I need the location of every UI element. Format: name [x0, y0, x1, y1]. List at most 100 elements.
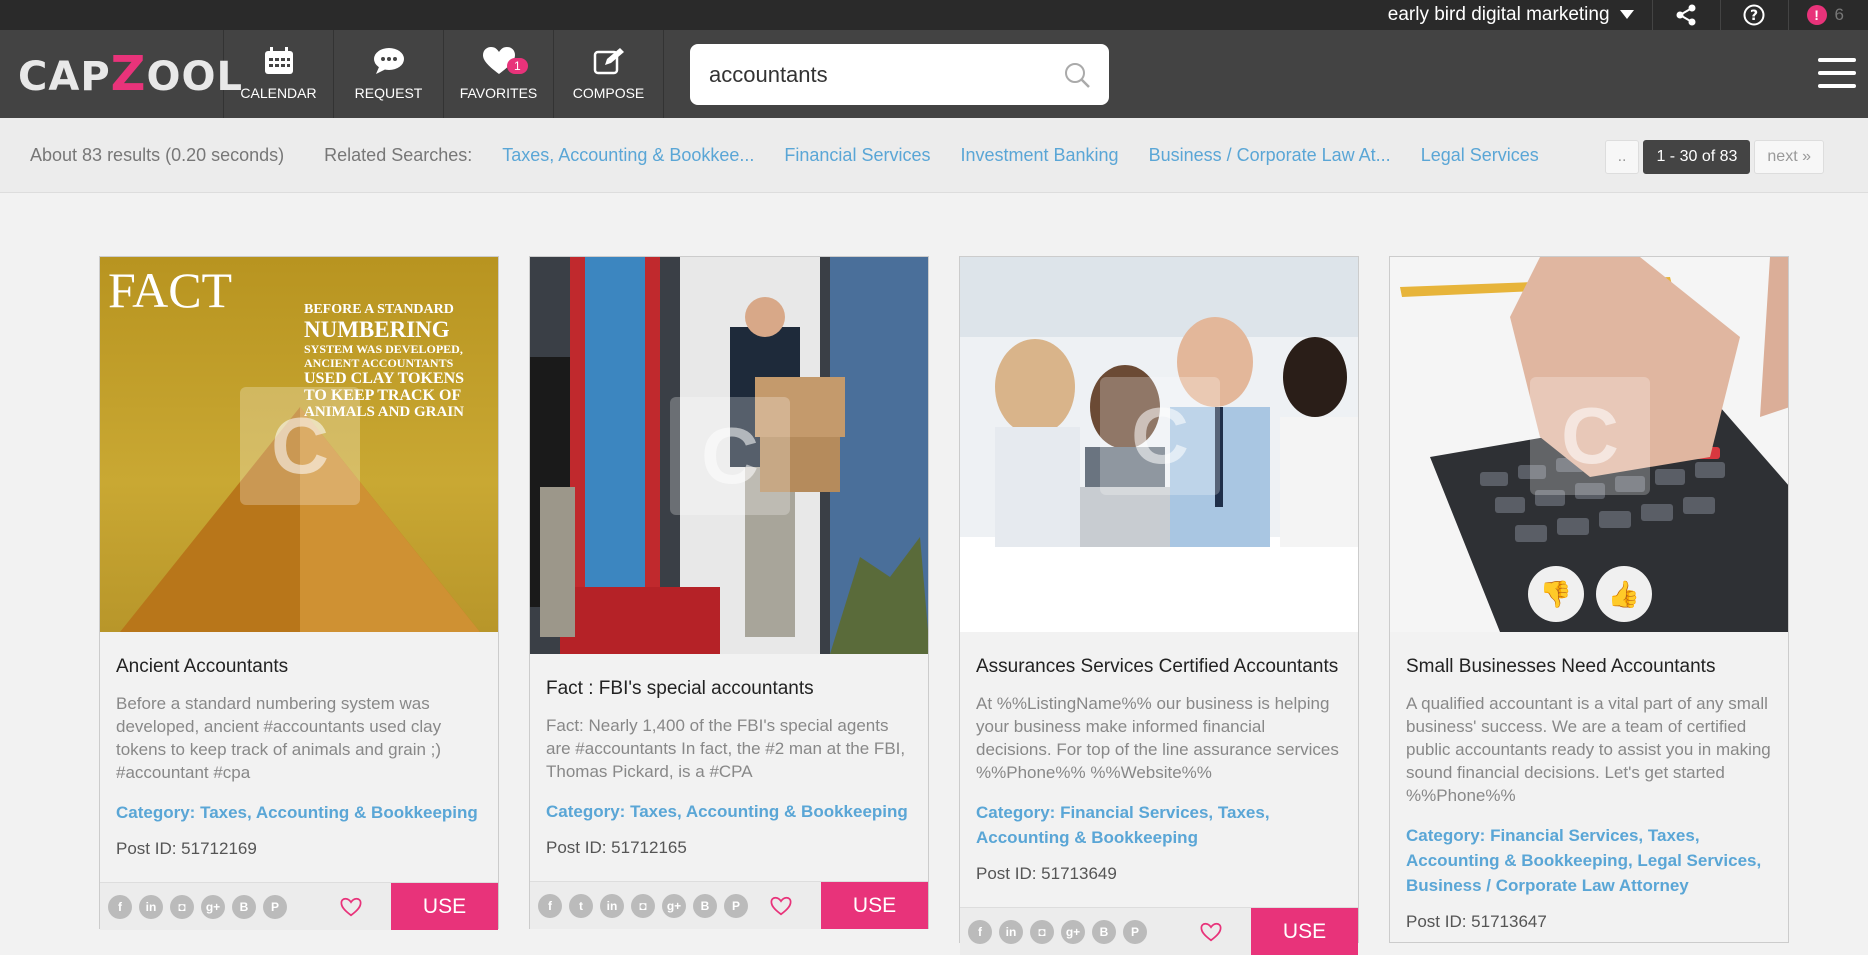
facebook-icon[interactable]: f [538, 893, 562, 918]
post-description: Fact: Nearly 1,400 of the FBI's special … [546, 716, 906, 781]
svg-text:?: ? [1750, 8, 1758, 24]
blogger-icon[interactable]: B [1092, 919, 1116, 944]
post-description: A qualified accountant is a vital part o… [1406, 694, 1771, 805]
search-icon[interactable] [1064, 62, 1090, 88]
favorite-button[interactable] [767, 896, 795, 916]
google-plus-icon[interactable]: g+ [201, 894, 225, 919]
post-image[interactable]: C 👎 👍 [1390, 257, 1788, 632]
related-search-link[interactable]: Taxes, Accounting & Bookkee... [502, 145, 754, 166]
post-title[interactable]: Assurances Services Certified Accountant… [976, 656, 1342, 678]
instagram-icon[interactable]: ◘ [170, 894, 194, 919]
use-button[interactable]: USE [821, 882, 928, 929]
post-id: Post ID: 51713649 [976, 864, 1117, 883]
pinterest-icon[interactable]: P [724, 893, 748, 918]
post-id: Post ID: 51712165 [546, 838, 687, 857]
chat-bubble-icon [373, 48, 404, 74]
post-body: Assurances Services Certified Accountant… [960, 656, 1358, 884]
account-menu[interactable]: early bird digital marketing [1370, 0, 1653, 30]
chevron-down-icon [1619, 10, 1634, 19]
post-body: Small Businesses Need Accountants A qual… [1390, 656, 1788, 932]
facebook-icon[interactable]: f [108, 894, 132, 919]
pager-current: 1 - 30 of 83 [1643, 140, 1751, 174]
twitter-icon[interactable]: t [569, 893, 593, 918]
thumbs-up-button[interactable]: 👍 [1596, 566, 1652, 622]
alert-icon: ! [1806, 5, 1827, 25]
pager-prev[interactable]: .. [1604, 140, 1640, 174]
related-search-link[interactable]: Financial Services [784, 145, 930, 166]
favorites-count-badge: 1 [507, 58, 528, 74]
google-plus-icon[interactable]: g+ [662, 893, 686, 918]
social-networks: f t in ◘ g+ B P [530, 893, 767, 918]
facebook-icon[interactable]: f [968, 919, 992, 944]
heart-outline-icon [340, 897, 362, 916]
thumbs-down-button[interactable]: 👎 [1528, 566, 1584, 622]
notifications-button[interactable]: ! 6 [1789, 5, 1868, 25]
post-title[interactable]: Fact : FBI's special accountants [546, 678, 912, 700]
post-category[interactable]: Category: Financial Services, Taxes, Acc… [976, 800, 1342, 850]
thumbs-up-icon: 👍 [1607, 578, 1641, 609]
menu-icon [1818, 58, 1856, 88]
social-networks: f in ◘ g+ B P [100, 894, 337, 919]
related-search-link[interactable]: Investment Banking [960, 145, 1118, 166]
nav-request[interactable]: REQUEST [334, 30, 444, 118]
post-category[interactable]: Category: Taxes, Accounting & Bookkeepin… [116, 800, 482, 825]
nav-favorites[interactable]: 1 FAVORITES [444, 30, 554, 118]
heart-outline-icon [1200, 922, 1222, 941]
google-plus-icon[interactable]: g+ [1061, 919, 1085, 944]
watermark-logo: C [1530, 377, 1650, 495]
post-card: C Assurances Services Certified Accounta… [959, 256, 1359, 955]
related-searches-label: Related Searches: [324, 144, 473, 165]
linkedin-icon[interactable]: in [600, 893, 624, 918]
post-description: At %%ListingName%% our business is helpi… [976, 694, 1339, 782]
linkedin-icon[interactable]: in [999, 919, 1023, 944]
post-actions: f in ◘ g+ B P USE [100, 882, 498, 930]
favorite-button[interactable] [337, 897, 365, 917]
nav-calendar[interactable]: CALENDAR [224, 30, 334, 118]
post-image[interactable]: C [960, 257, 1358, 632]
post-image[interactable]: C [530, 257, 928, 654]
post-actions: f t in ◘ g+ B P USE [530, 881, 928, 929]
main-nav: CAPZOOL CALENDAR REQUEST 1 FAVORITES COM… [0, 30, 1868, 118]
post-category[interactable]: Category: Taxes, Accounting & Bookkeepin… [546, 799, 912, 824]
post-description: Before a standard numbering system was d… [116, 694, 442, 782]
post-card: C 👎 👍 Small Businesses Need Accountants … [1389, 256, 1789, 943]
watermark-logo: C [670, 397, 790, 515]
related-search-link[interactable]: Business / Corporate Law At... [1149, 145, 1391, 166]
blogger-icon[interactable]: B [232, 894, 256, 919]
thumbs-down-icon: 👎 [1539, 578, 1573, 609]
nav-compose[interactable]: COMPOSE [554, 30, 664, 118]
favorite-button[interactable] [1197, 922, 1225, 942]
use-button[interactable]: USE [1251, 908, 1358, 955]
linkedin-icon[interactable]: in [139, 894, 163, 919]
post-title[interactable]: Ancient Accountants [116, 656, 482, 678]
related-search-link[interactable]: Legal Services [1421, 145, 1539, 166]
search-input[interactable] [709, 61, 1064, 88]
post-card: C Fact : FBI's special accountants Fact:… [529, 256, 929, 929]
heart-outline-icon [770, 896, 792, 915]
post-category[interactable]: Category: Financial Services, Taxes, Acc… [1406, 823, 1772, 898]
hamburger-menu-button[interactable] [1818, 56, 1856, 95]
post-card: FACT BEFORE A STANDARD NUMBERING SYSTEM … [99, 256, 499, 930]
post-title[interactable]: Small Businesses Need Accountants [1406, 656, 1772, 678]
pager-next[interactable]: next » [1754, 140, 1824, 174]
top-bar: early bird digital marketing ? ! 6 [0, 0, 1868, 30]
pinterest-icon[interactable]: P [263, 894, 287, 919]
post-body: Ancient Accountants Before a standard nu… [100, 656, 498, 859]
pinterest-icon[interactable]: P [1123, 919, 1147, 944]
image-fact-text: FACT [108, 262, 233, 318]
watermark-logo: C [240, 387, 360, 505]
post-actions: f in ◘ g+ B P USE [960, 907, 1358, 955]
help-button[interactable]: ? [1721, 0, 1789, 30]
instagram-icon[interactable]: ◘ [631, 893, 655, 918]
compose-icon [593, 48, 624, 75]
post-image[interactable]: FACT BEFORE A STANDARD NUMBERING SYSTEM … [100, 257, 498, 632]
results-summary: About 83 results (0.20 seconds) [30, 144, 285, 165]
post-id: Post ID: 51712169 [116, 839, 257, 858]
blogger-icon[interactable]: B [693, 893, 717, 918]
pagination: .. 1 - 30 of 83 next » [1604, 140, 1824, 174]
share-button[interactable] [1653, 0, 1721, 30]
capzool-logo[interactable]: CAPZOOL [0, 30, 242, 118]
use-button[interactable]: USE [391, 883, 498, 930]
instagram-icon[interactable]: ◘ [1030, 919, 1054, 944]
notification-count: 6 [1834, 5, 1844, 24]
